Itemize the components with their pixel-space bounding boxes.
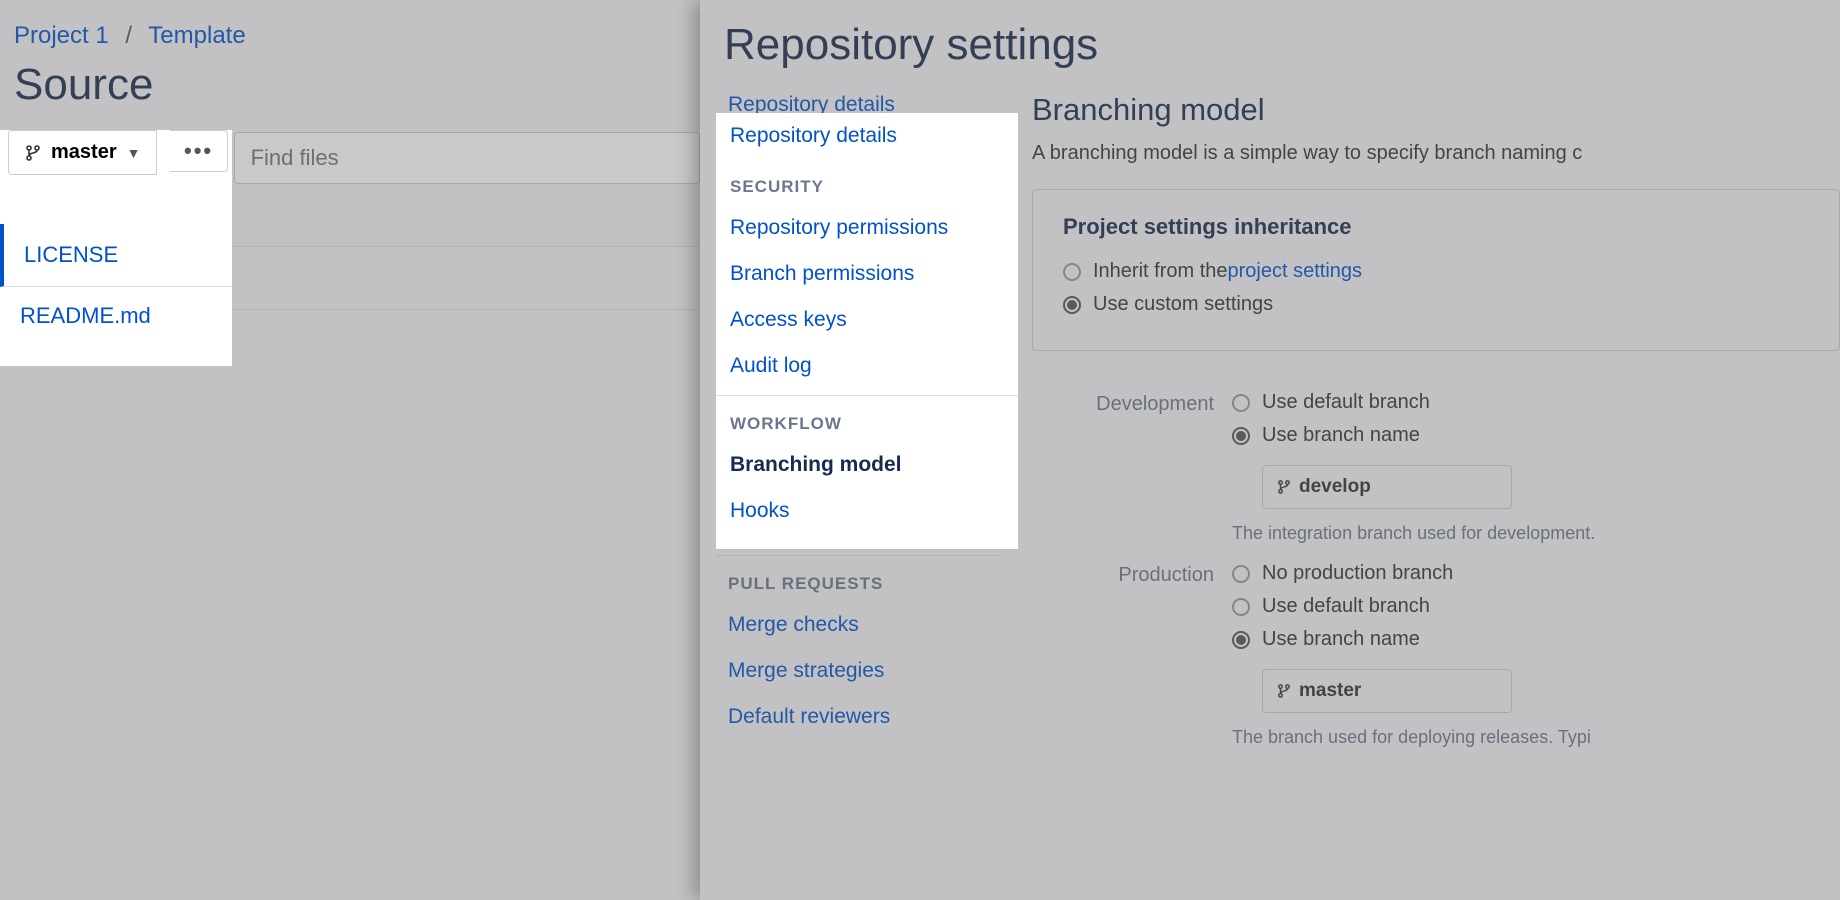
breadcrumb-template[interactable]: Template: [148, 22, 245, 49]
sidebar-item-merge-checks[interactable]: Merge checks: [716, 602, 1002, 648]
radio-icon: [1063, 296, 1081, 314]
branching-model-title: Branching model: [1032, 92, 1840, 128]
prod-opt1-label: No production branch: [1262, 562, 1453, 585]
sidebar-item-repo-details[interactable]: Repository details: [716, 82, 1002, 128]
more-actions-button[interactable]: •••: [157, 134, 215, 182]
project-settings-link[interactable]: project settings: [1228, 260, 1363, 283]
dev-branch-label: develop: [1299, 476, 1371, 498]
branch-icon: [1277, 682, 1291, 700]
prod-opt3-label: Use branch name: [1262, 628, 1420, 651]
radio-icon: [1232, 631, 1250, 649]
prod-use-branch-name[interactable]: Use branch name: [1232, 628, 1840, 651]
dev-use-branch-name[interactable]: Use branch name: [1232, 424, 1840, 447]
sidebar-header-workflow: WORKFLOW: [716, 364, 1002, 411]
branch-icon: [25, 148, 41, 168]
file-list-item[interactable]: LICENSE: [0, 184, 700, 247]
inherit-opt1-prefix: Inherit from the: [1093, 260, 1228, 283]
file-list: LICENSE README.md: [0, 184, 700, 310]
settings-title: Repository settings: [700, 0, 1840, 82]
page-title: Source: [0, 50, 700, 110]
radio-icon: [1232, 394, 1250, 412]
sidebar-item-branching-model[interactable]: Branching model: [716, 411, 1002, 457]
branch-selector-button[interactable]: master ▼: [8, 136, 157, 181]
dev-opt2-label: Use branch name: [1262, 424, 1420, 447]
inherit-option-custom[interactable]: Use custom settings: [1063, 293, 1809, 316]
breadcrumb: Project 1 / Template: [0, 0, 700, 50]
sidebar-item-access-keys[interactable]: Access keys: [716, 266, 1002, 312]
development-label: Development: [1032, 391, 1232, 416]
dev-opt1-label: Use default branch: [1262, 391, 1430, 414]
dev-branch-select[interactable]: develop: [1262, 465, 1512, 509]
settings-main: Branching model A branching model is a s…: [1002, 82, 1840, 760]
radio-icon: [1232, 427, 1250, 445]
prod-opt2-label: Use default branch: [1262, 595, 1430, 618]
file-list-item[interactable]: README.md: [0, 247, 700, 310]
radio-icon: [1232, 598, 1250, 616]
source-toolbar: master ▼ •••: [0, 132, 700, 184]
chevron-down-icon: ▼: [127, 150, 141, 166]
sidebar-item-hooks[interactable]: Hooks: [716, 457, 1002, 503]
sidebar-item-merge-strategies[interactable]: Merge strategies: [716, 648, 1002, 694]
branch-selector-label: master: [51, 147, 117, 170]
inherit-option-project[interactable]: Inherit from the project settings: [1063, 260, 1809, 283]
source-view: Project 1 / Template Source master ▼ •••…: [0, 0, 700, 900]
find-files-input[interactable]: [234, 132, 700, 184]
inheritance-box: Project settings inheritance Inherit fro…: [1032, 189, 1840, 351]
repository-settings-panel: Repository settings Repository details S…: [700, 0, 1840, 900]
sidebar-header-pull-requests: PULL REQUESTS: [716, 555, 1002, 602]
prod-no-branch[interactable]: No production branch: [1232, 562, 1840, 585]
sidebar-item-audit-log[interactable]: Audit log: [716, 312, 1002, 358]
dev-use-default[interactable]: Use default branch: [1232, 391, 1840, 414]
production-label: Production: [1032, 562, 1232, 587]
sidebar-item-branch-permissions[interactable]: Branch permissions: [716, 220, 1002, 266]
prod-help-text: The branch used for deploying releases. …: [1232, 727, 1840, 748]
inheritance-title: Project settings inheritance: [1063, 214, 1809, 240]
prod-branch-label: master: [1299, 680, 1361, 702]
sidebar-item-repo-permissions[interactable]: Repository permissions: [716, 174, 1002, 220]
radio-icon: [1232, 565, 1250, 583]
branching-model-desc: A branching model is a simple way to spe…: [1032, 142, 1840, 165]
branch-icon: [1277, 478, 1291, 496]
sidebar-header-security: SECURITY: [716, 128, 1002, 174]
sidebar-item-default-reviewers[interactable]: Default reviewers: [716, 694, 1002, 740]
dev-help-text: The integration branch used for developm…: [1232, 523, 1840, 544]
prod-branch-select[interactable]: master: [1262, 669, 1512, 713]
sidebar-item-hipchat[interactable]: HipChat integration: [716, 503, 1002, 549]
breadcrumb-project[interactable]: Project 1: [14, 22, 109, 49]
inherit-opt2-label: Use custom settings: [1093, 293, 1273, 316]
breadcrumb-sep: /: [125, 22, 132, 49]
prod-use-default[interactable]: Use default branch: [1232, 595, 1840, 618]
settings-sidebar: Repository details SECURITY Repository p…: [700, 82, 1002, 760]
radio-icon: [1063, 263, 1081, 281]
